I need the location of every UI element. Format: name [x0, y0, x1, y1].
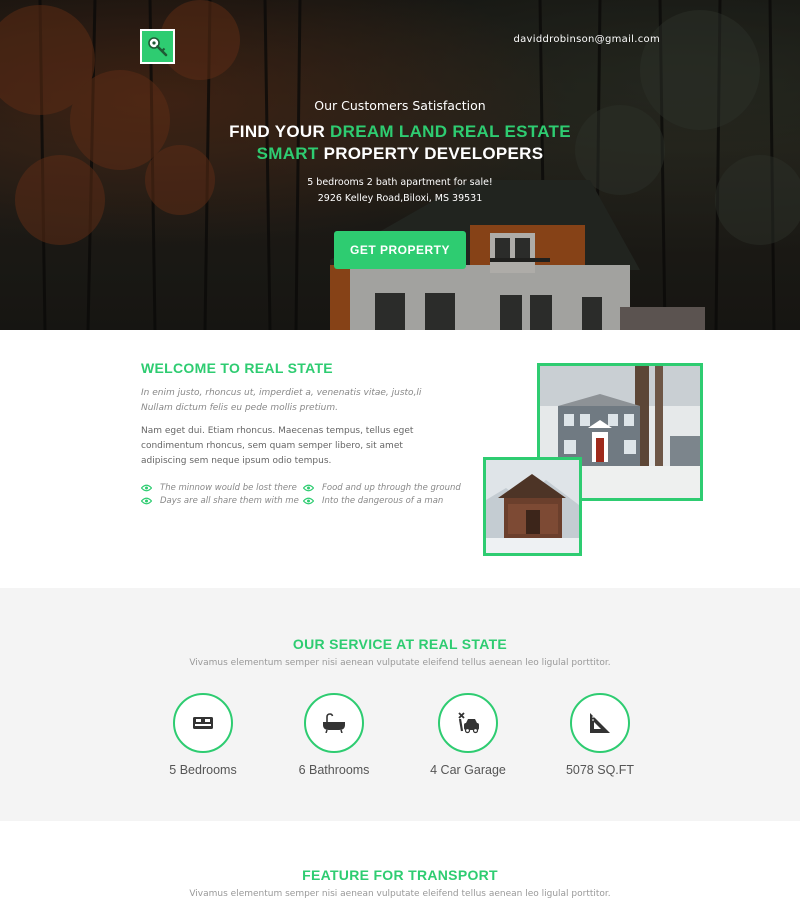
services-subtitle: Vivamus elementum semper nisi aenean vul… — [189, 658, 611, 668]
checklist-text: Days are all share them with me — [160, 496, 299, 506]
car-wrench-icon — [458, 712, 479, 734]
services-section: OUR SERVICE AT REAL STATE Vivamus elemen… — [0, 588, 800, 821]
get-property-button[interactable]: GET PROPERTY — [334, 231, 466, 269]
hero-title: FIND YOUR DREAM LAND REAL ESTATE SMART P… — [0, 121, 800, 165]
service-label: 6 Bathrooms — [298, 763, 370, 777]
logo[interactable] — [140, 29, 175, 64]
service-icon-circle — [438, 693, 498, 753]
service-item-area[interactable]: 5078 SQ.FT — [540, 693, 660, 777]
welcome-section: WELCOME TO REAL STATE In enim justo, rho… — [0, 330, 800, 588]
list-item: Food and up through the ground — [303, 483, 473, 493]
welcome-body: Nam eget dui. Etiam rhoncus. Maecenas te… — [141, 424, 471, 469]
eye-icon — [303, 497, 314, 505]
hero-subtitle: Our Customers Satisfaction — [314, 98, 486, 113]
list-item: The minnow would be lost there — [141, 483, 303, 493]
feature-checklist: The minnow would be lost there Food and … — [141, 483, 471, 506]
key-icon — [147, 36, 167, 56]
hero-section: daviddrobinson@gmail.com Our Customers S… — [0, 0, 800, 330]
welcome-intro-line1: In enim justo, rhoncus ut, imperdiet a, … — [141, 388, 422, 398]
service-icon-circle — [173, 693, 233, 753]
hero-title-part3: SMART — [256, 144, 319, 163]
service-item-bedrooms[interactable]: 5 Bedrooms — [143, 693, 263, 777]
bathtub-icon — [323, 713, 345, 733]
hero-content: Our Customers Satisfaction FIND YOUR DRE… — [0, 98, 800, 269]
service-label: 5078 SQ.FT — [565, 763, 635, 777]
service-icon-circle — [570, 693, 630, 753]
welcome-title: WELCOME TO REAL STATE — [141, 360, 333, 376]
service-label: 4 Car Garage — [430, 763, 506, 777]
hero-desc-line2: 2926 Kelley Road,Biloxi, MS 39531 — [317, 193, 483, 204]
feature-title: FEATURE FOR TRANSPORT — [302, 867, 498, 883]
list-item: Into the dangerous of a man — [303, 496, 473, 506]
eye-icon — [141, 484, 152, 492]
contact-email[interactable]: daviddrobinson@gmail.com — [513, 34, 660, 45]
welcome-intro-line2: Nullam dictum felis eu pede mollis preti… — [141, 403, 338, 413]
welcome-body-line3: adipiscing sem neque ipsum odio tempus. — [141, 456, 332, 466]
feature-subtitle: Vivamus elementum semper nisi aenean vul… — [189, 889, 611, 899]
service-item-bathrooms[interactable]: 6 Bathrooms — [274, 693, 394, 777]
hero-desc-line1: 5 bedrooms 2 bath apartment for sale! — [307, 177, 493, 188]
hero-title-part1: FIND YOUR — [229, 122, 331, 141]
eye-icon — [141, 497, 152, 505]
hero-title-part2: DREAM LAND REAL ESTATE — [330, 122, 571, 141]
welcome-body-line1: Nam eget dui. Etiam rhoncus. Maecenas te… — [141, 426, 414, 436]
bed-icon — [193, 717, 213, 729]
service-icon-circle — [304, 693, 364, 753]
service-item-garage[interactable]: 4 Car Garage — [408, 693, 528, 777]
set-square-icon — [590, 713, 610, 733]
welcome-intro: In enim justo, rhoncus ut, imperdiet a, … — [141, 386, 471, 416]
checklist-text: Food and up through the ground — [322, 483, 461, 493]
service-label: 5 Bedrooms — [169, 763, 237, 777]
hero-title-part4: PROPERTY DEVELOPERS — [318, 144, 544, 163]
checklist-text: Into the dangerous of a man — [322, 496, 444, 506]
house-photo-small — [483, 457, 582, 556]
hero-description: 5 bedrooms 2 bath apartment for sale! 29… — [0, 175, 800, 207]
list-item: Days are all share them with me — [141, 496, 303, 506]
checklist-text: The minnow would be lost there — [160, 483, 297, 493]
welcome-text: WELCOME TO REAL STATE In enim justo, rho… — [141, 360, 471, 506]
feature-section: FEATURE FOR TRANSPORT Vivamus elementum … — [0, 821, 800, 900]
services-title: OUR SERVICE AT REAL STATE — [292, 636, 508, 652]
welcome-body-line2: condimentum rhoncus, sem quam semper lib… — [141, 441, 403, 451]
eye-icon — [303, 484, 314, 492]
